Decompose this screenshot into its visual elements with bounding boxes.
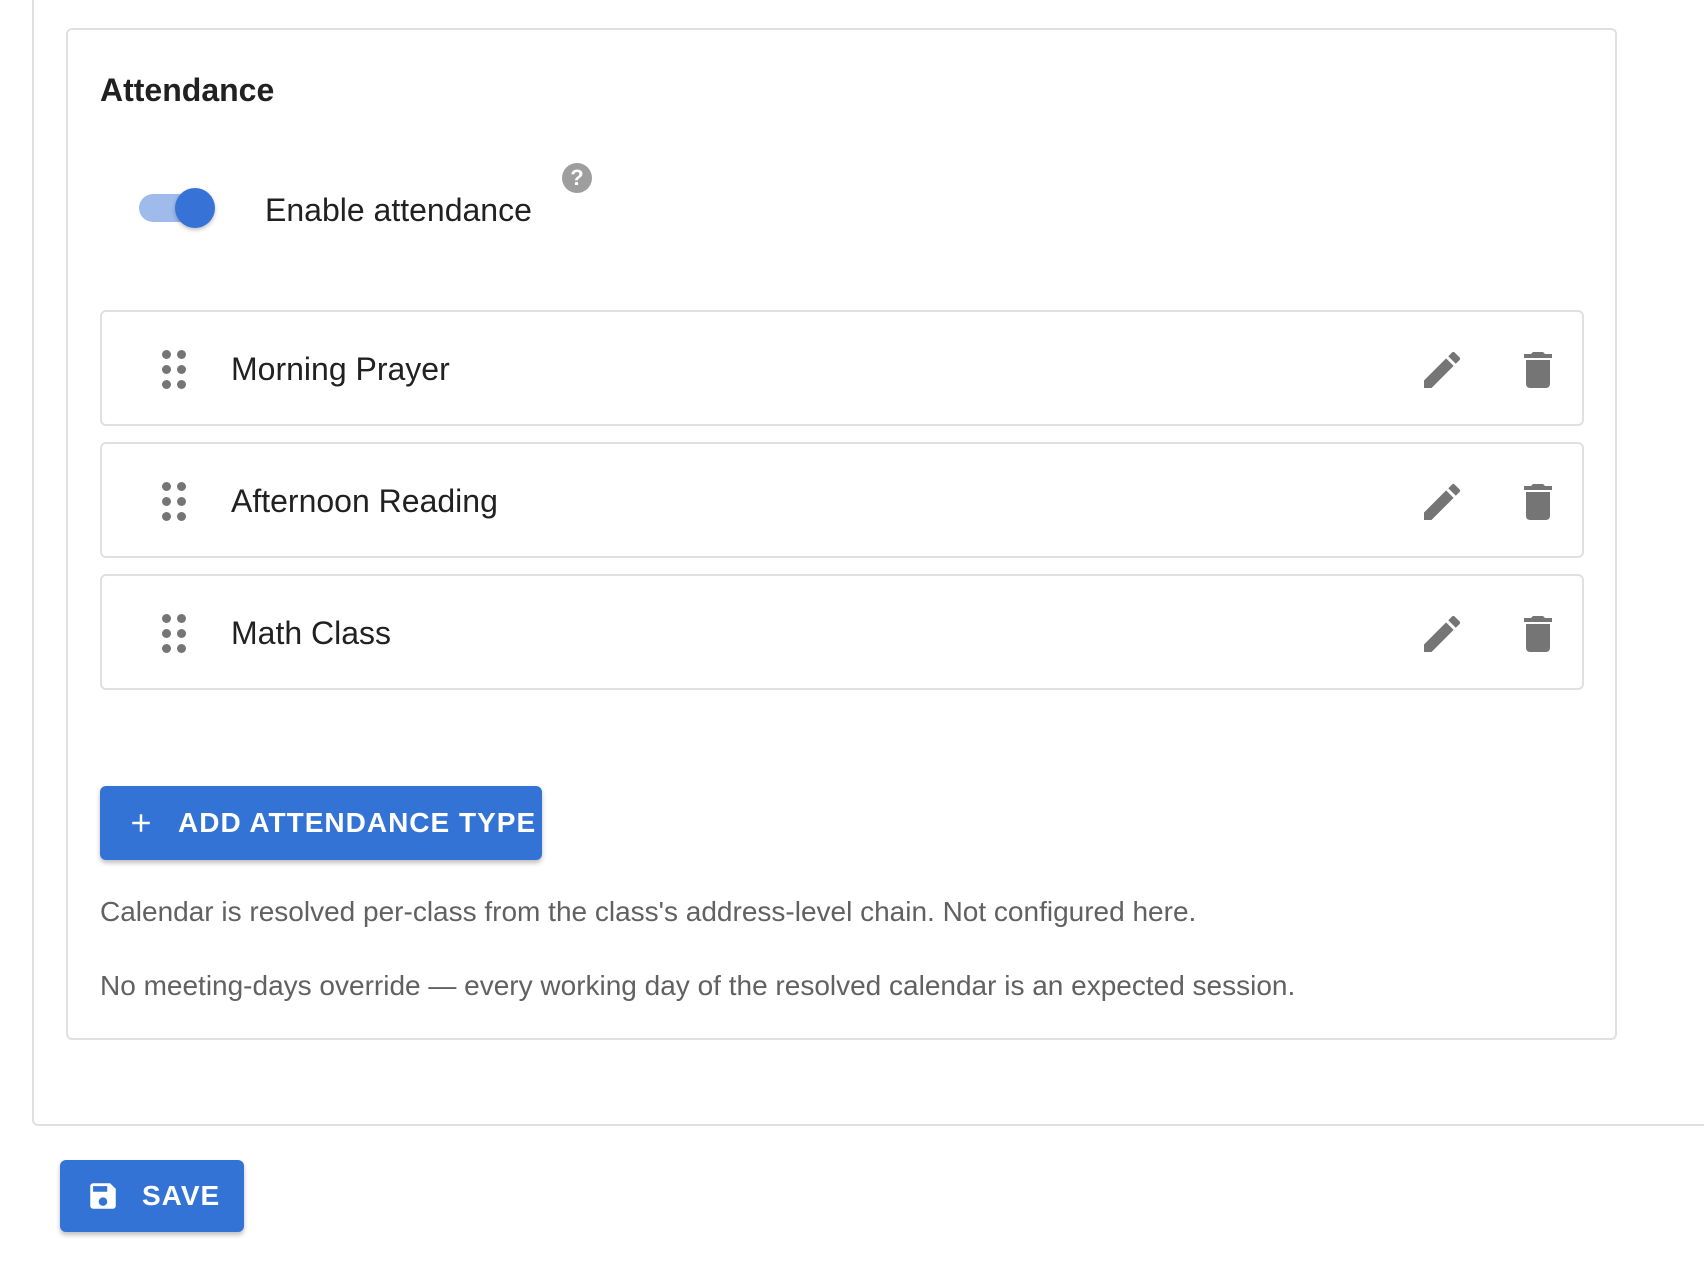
attendance-type-name: Math Class	[231, 615, 392, 651]
plus-icon	[132, 814, 150, 832]
attendance-type-list: Morning Prayer Afternoon Reading Math Cl…	[100, 310, 1584, 706]
edit-attendance-type-button[interactable]	[1418, 478, 1466, 526]
attendance-type-row: Math Class	[100, 574, 1584, 690]
save-button[interactable]: SAVE	[60, 1160, 244, 1232]
edit-attendance-type-button[interactable]	[1418, 610, 1466, 658]
help-circle-icon[interactable]: ?	[562, 163, 592, 193]
add-attendance-type-button[interactable]: ADD ATTENDANCE TYPE	[100, 786, 542, 860]
add-attendance-type-label: ADD ATTENDANCE TYPE	[178, 807, 537, 838]
attendance-type-row: Morning Prayer	[100, 310, 1584, 426]
attendance-type-name: Morning Prayer	[231, 351, 450, 387]
delete-attendance-type-button[interactable]	[1514, 346, 1562, 394]
pencil-icon	[1424, 615, 1461, 652]
floppy-disk-icon	[90, 1183, 116, 1209]
save-button-label: SAVE	[142, 1180, 221, 1211]
toggle-thumb	[175, 188, 215, 228]
section-title: Attendance	[100, 72, 275, 108]
drag-indicator-icon[interactable]	[162, 350, 188, 390]
calendar-note: Calendar is resolved per-class from the …	[100, 896, 1197, 927]
attendance-type-row: Afternoon Reading	[100, 442, 1584, 558]
enable-attendance-label[interactable]: Enable attendance	[265, 190, 532, 230]
pencil-icon	[1424, 351, 1461, 388]
delete-attendance-type-button[interactable]	[1514, 610, 1562, 658]
drag-indicator-icon[interactable]	[162, 614, 188, 654]
trash-icon	[1524, 616, 1552, 652]
meeting-days-note: No meeting-days override — every working…	[100, 970, 1296, 1001]
delete-attendance-type-button[interactable]	[1514, 478, 1562, 526]
pencil-icon	[1424, 483, 1461, 520]
edit-attendance-type-button[interactable]	[1418, 346, 1466, 394]
attendance-type-name: Afternoon Reading	[231, 483, 498, 519]
enable-attendance-toggle[interactable]	[139, 186, 215, 230]
trash-icon	[1524, 484, 1552, 520]
trash-icon	[1524, 352, 1552, 388]
drag-indicator-icon[interactable]	[162, 482, 188, 522]
